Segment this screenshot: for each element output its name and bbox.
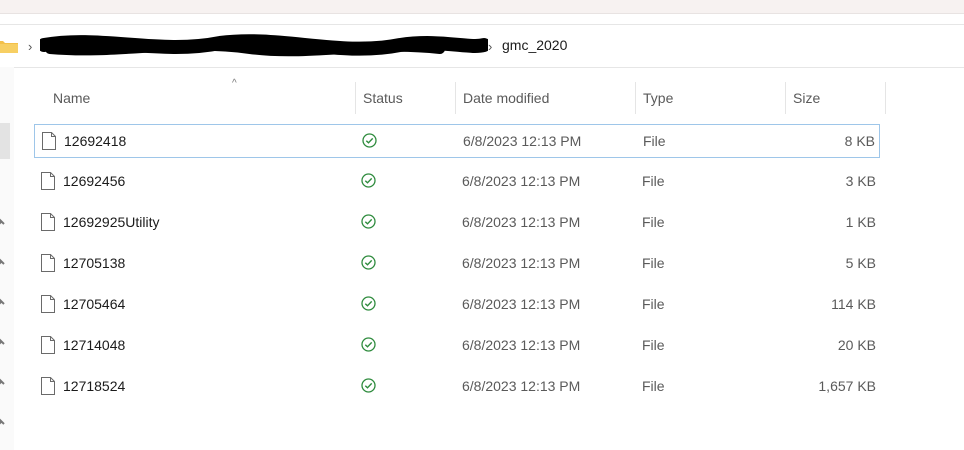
- file-name[interactable]: 12692925Utility: [63, 214, 160, 230]
- file-type: File: [642, 173, 665, 189]
- file-row[interactable]: 12705138 6/8/2023 12:13 PM File 5 KB: [34, 247, 880, 281]
- pin-icon: [0, 218, 5, 225]
- file-row[interactable]: 12692456 6/8/2023 12:13 PM File 3 KB: [34, 165, 880, 199]
- file-size: 5 KB: [845, 255, 876, 271]
- file-name[interactable]: 12705464: [63, 296, 125, 312]
- file-date-modified: 6/8/2023 12:13 PM: [462, 337, 581, 353]
- synced-check-icon: [362, 133, 377, 148]
- file-icon: [42, 132, 56, 150]
- file-size: 1 KB: [845, 214, 876, 230]
- pin-icon: [0, 298, 5, 305]
- window-top-strip: [0, 0, 964, 14]
- column-header-size[interactable]: Size: [793, 82, 886, 114]
- chevron-right-icon: ›: [28, 39, 33, 54]
- file-name[interactable]: 12705138: [63, 255, 125, 271]
- synced-check-icon: [361, 378, 376, 393]
- file-date-modified: 6/8/2023 12:13 PM: [462, 173, 581, 189]
- file-type: File: [642, 296, 665, 312]
- breadcrumb-current[interactable]: gmc_2020: [502, 37, 567, 53]
- file-size: 3 KB: [845, 173, 876, 189]
- file-type: File: [642, 214, 665, 230]
- file-row[interactable]: 12692418 6/8/2023 12:13 PM File 8 KB: [34, 124, 880, 158]
- pin-icon: [0, 378, 5, 385]
- file-size: 1,657 KB: [818, 378, 876, 394]
- file-name[interactable]: 12692456: [63, 173, 125, 189]
- file-type: File: [642, 255, 665, 271]
- synced-check-icon: [361, 296, 376, 311]
- file-type: File: [642, 378, 665, 394]
- redacted-path: [40, 34, 488, 57]
- file-icon: [41, 213, 55, 231]
- file-date-modified: 6/8/2023 12:13 PM: [462, 214, 581, 230]
- file-name[interactable]: 12718524: [63, 378, 125, 394]
- file-icon: [41, 254, 55, 272]
- file-date-modified: 6/8/2023 12:13 PM: [462, 296, 581, 312]
- file-type: File: [642, 337, 665, 353]
- folder-icon: [0, 41, 18, 53]
- file-size: 8 KB: [844, 133, 875, 149]
- chevron-right-icon: ›: [488, 39, 493, 54]
- file-date-modified: 6/8/2023 12:13 PM: [462, 378, 581, 394]
- file-icon: [41, 377, 55, 395]
- nav-selected-item[interactable]: [0, 123, 10, 159]
- file-row[interactable]: 12692925Utility 6/8/2023 12:13 PM File 1…: [34, 206, 880, 240]
- pin-icon: [0, 258, 5, 265]
- address-bar[interactable]: › › gmc_2020: [0, 24, 964, 68]
- synced-check-icon: [361, 255, 376, 270]
- synced-check-icon: [361, 337, 376, 352]
- navigation-pane[interactable]: [0, 67, 14, 450]
- file-size: 20 KB: [837, 337, 876, 353]
- synced-check-icon: [361, 173, 376, 188]
- file-date-modified: 6/8/2023 12:13 PM: [462, 255, 581, 271]
- column-header-status[interactable]: Status: [363, 82, 456, 114]
- file-row[interactable]: 12705464 6/8/2023 12:13 PM File 114 KB: [34, 288, 880, 322]
- pin-icon: [0, 338, 5, 345]
- synced-check-icon: [361, 214, 376, 229]
- file-size: 114 KB: [831, 296, 876, 312]
- pin-icon: [0, 418, 5, 425]
- file-row[interactable]: 12718524 6/8/2023 12:13 PM File 1,657 KB: [34, 370, 880, 404]
- file-type: File: [643, 133, 666, 149]
- file-date-modified: 6/8/2023 12:13 PM: [463, 133, 582, 149]
- column-header-name[interactable]: Name: [53, 82, 356, 114]
- file-icon: [41, 295, 55, 313]
- file-name[interactable]: 12714048: [63, 337, 125, 353]
- column-header-row: ^ Name Status Date modified Type Size: [36, 78, 886, 114]
- column-header-date[interactable]: Date modified: [463, 82, 636, 114]
- column-header-type[interactable]: Type: [643, 82, 786, 114]
- file-row[interactable]: 12714048 6/8/2023 12:13 PM File 20 KB: [34, 329, 880, 363]
- file-icon: [41, 336, 55, 354]
- file-name[interactable]: 12692418: [64, 133, 126, 149]
- file-icon: [41, 172, 55, 190]
